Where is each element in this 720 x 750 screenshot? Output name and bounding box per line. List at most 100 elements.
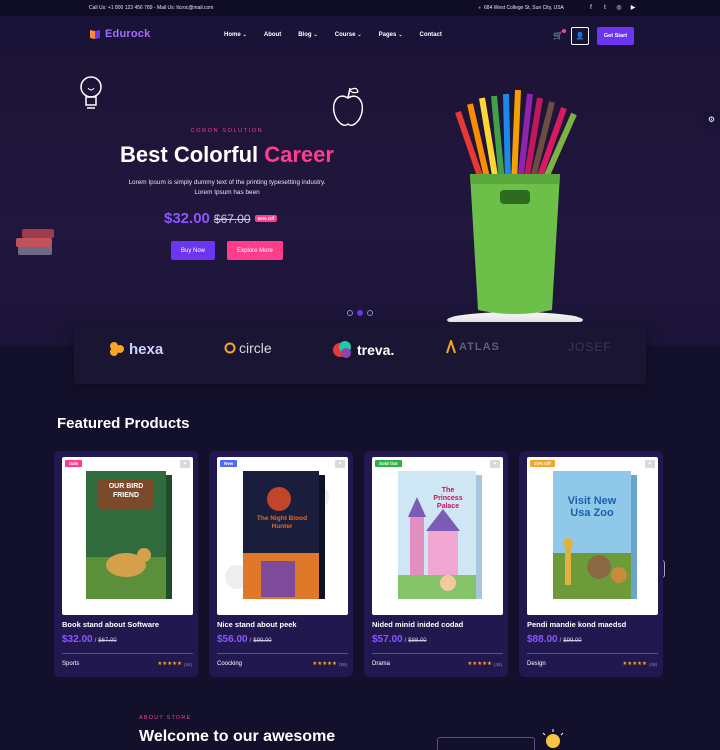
- twitter-icon[interactable]: t: [601, 4, 609, 12]
- brand-circle: circle: [224, 340, 272, 356]
- hero-banner: CORON SOLUTION Best Colorful Career Lore…: [0, 56, 720, 346]
- youtube-icon[interactable]: ▶: [629, 4, 637, 12]
- product-rating: ★★★★★ (44): [157, 661, 192, 667]
- book-cover-night: [225, 471, 329, 599]
- chevron-down-icon: ⌄: [313, 32, 318, 38]
- menu-item-course[interactable]: Course ⌄: [335, 32, 362, 38]
- product-card[interactable]: Visit New Usa Zoo 20% Off ♥ Pendi mandie…: [519, 451, 663, 677]
- site-logo[interactable]: Edurock: [89, 28, 150, 40]
- wishlist-heart-icon[interactable]: ♥: [645, 460, 655, 468]
- product-image[interactable]: The Night Blood Hunter New ♥: [217, 457, 348, 615]
- explore-more-button[interactable]: Explore More: [227, 241, 283, 260]
- sale-badge: Sale: [65, 460, 83, 467]
- brand-atlas: ATLAS: [446, 340, 500, 354]
- about-title: Welcome to our awesome: [139, 728, 336, 745]
- slider-dot[interactable]: [367, 310, 373, 316]
- brand-logos-strip: hexa circle treva. ATLAS JOSEF: [74, 322, 646, 384]
- contact-info: Call Us: +1 800 123 456 789 - Mail Us: l…: [89, 5, 214, 11]
- menu-item-about[interactable]: About: [264, 32, 281, 38]
- circle-logo-icon: [224, 342, 236, 354]
- apple-doodle-icon: [332, 87, 364, 126]
- star-icons: ★★★★★: [622, 661, 647, 667]
- chevron-down-icon: ⌄: [398, 32, 403, 38]
- wishlist-heart-icon[interactable]: ♥: [335, 460, 345, 468]
- location-icon: ●: [478, 5, 482, 11]
- product-card[interactable]: The Night Blood Hunter New ♥ Nice stand …: [209, 451, 353, 677]
- treva-logo-icon: [333, 341, 351, 358]
- chevron-down-icon: ⌄: [357, 32, 362, 38]
- lightbulb-doodle-icon: [80, 76, 102, 109]
- product-category[interactable]: Sports: [62, 661, 79, 667]
- buy-now-button[interactable]: Buy Now: [171, 241, 215, 260]
- star-icons: ★★★★★: [467, 661, 492, 667]
- menu-item-blog[interactable]: Blog ⌄: [298, 32, 318, 38]
- about-image-frame: [437, 737, 535, 750]
- card-divider: [527, 653, 658, 654]
- hero-title: Best Colorful Career: [0, 142, 454, 168]
- hero-eyebrow: CORON SOLUTION: [190, 128, 264, 134]
- product-title[interactable]: Nided minid inided codad: [372, 620, 463, 629]
- slider-dot[interactable]: [347, 310, 353, 316]
- menu-item-contact[interactable]: Contact: [420, 32, 442, 38]
- menu-item-home[interactable]: Home ⌄: [224, 32, 247, 38]
- get-start-button[interactable]: Get Start: [597, 27, 634, 45]
- product-rating: ★★★★★ (45): [467, 661, 502, 667]
- product-title[interactable]: Pendi mandie kond maedsd: [527, 620, 626, 629]
- wishlist-heart-icon[interactable]: ♥: [180, 460, 190, 468]
- product-rating: ★★★★★ (56): [312, 661, 347, 667]
- brand-treva: treva.: [332, 340, 394, 360]
- star-icons: ★★★★★: [312, 661, 337, 667]
- book-cover-zoo: [553, 471, 637, 599]
- product-category[interactable]: Design: [527, 661, 546, 667]
- star-icons: ★★★★★: [157, 661, 182, 667]
- book-cover-text: OUR BIRD FRIEND: [108, 483, 144, 499]
- product-card[interactable]: OUR BIRD FRIEND Sale ♥ Book stand about …: [54, 451, 198, 677]
- wishlist-heart-icon[interactable]: ♥: [490, 460, 500, 468]
- product-title[interactable]: Nice stand about peek: [217, 620, 297, 629]
- cart-icon[interactable]: 🛒: [553, 29, 566, 41]
- user-icon: 👤: [575, 33, 585, 40]
- instagram-icon[interactable]: ◎: [615, 4, 623, 12]
- product-card[interactable]: The Princess Palace Sold Out ♥ Nided min…: [364, 451, 508, 677]
- card-divider: [217, 653, 348, 654]
- hexa-logo-icon: [110, 342, 124, 356]
- atlas-logo-icon: [446, 340, 456, 354]
- address-text: 684 West College St, Sun City, USA: [484, 5, 564, 11]
- chevron-down-icon: ⌄: [242, 32, 247, 38]
- hero-old-price: $67.00: [213, 211, 251, 226]
- hero-title-highlight: Career: [264, 142, 334, 167]
- book-logo-icon: [90, 30, 100, 39]
- product-image[interactable]: Visit New Usa Zoo 20% Off ♥: [527, 457, 658, 615]
- brand-josef: JOSEF: [568, 340, 612, 354]
- product-price: $32.00/$67.00: [62, 634, 117, 645]
- cart-badge: [562, 29, 566, 33]
- pencil-cup-illustration: [447, 89, 583, 328]
- hero-price: $32.00: [164, 210, 210, 227]
- lightbulb-icon: [542, 729, 564, 748]
- settings-gear-icon[interactable]: ⚙: [703, 111, 720, 129]
- product-image[interactable]: OUR BIRD FRIEND Sale ♥: [62, 457, 193, 615]
- slider-dot-active[interactable]: [357, 310, 363, 316]
- product-category[interactable]: Coocking: [217, 661, 242, 667]
- main-menu: Home ⌄ About Blog ⌄ Course ⌄ Pages ⌄ Contact: [224, 32, 459, 38]
- hero-price-row: $32.00 $67.00 50% Off: [164, 210, 278, 227]
- sold-out-badge: Sold Out: [375, 460, 402, 467]
- top-bar: Call Us: +1 800 123 456 789 - Mail Us: l…: [0, 0, 720, 16]
- menu-item-pages[interactable]: Pages ⌄: [379, 32, 403, 38]
- product-category[interactable]: Drama: [372, 661, 390, 667]
- user-button[interactable]: 👤: [571, 27, 589, 45]
- logo-text: Edurock: [105, 28, 151, 40]
- facebook-icon[interactable]: f: [587, 4, 595, 12]
- card-divider: [372, 653, 503, 654]
- hero-description: Lorem Ipsum is simply dummy text of the …: [128, 179, 326, 196]
- nav-actions: 🛒 👤 Get Start: [553, 27, 634, 45]
- product-image[interactable]: The Princess Palace Sold Out ♥: [372, 457, 503, 615]
- product-price: $56.00/$99.00: [217, 634, 272, 645]
- main-navbar: Edurock Home ⌄ About Blog ⌄ Course ⌄ Pages ⌄…: [0, 16, 720, 56]
- product-rating: ★★★★★ (49): [622, 661, 657, 667]
- book-cover-bird: [86, 471, 172, 599]
- brand-hexa: hexa: [108, 340, 163, 358]
- product-title[interactable]: Book stand about Software: [62, 620, 159, 629]
- hero-title-main: Best Colorful: [120, 142, 265, 167]
- new-badge: New: [220, 460, 238, 467]
